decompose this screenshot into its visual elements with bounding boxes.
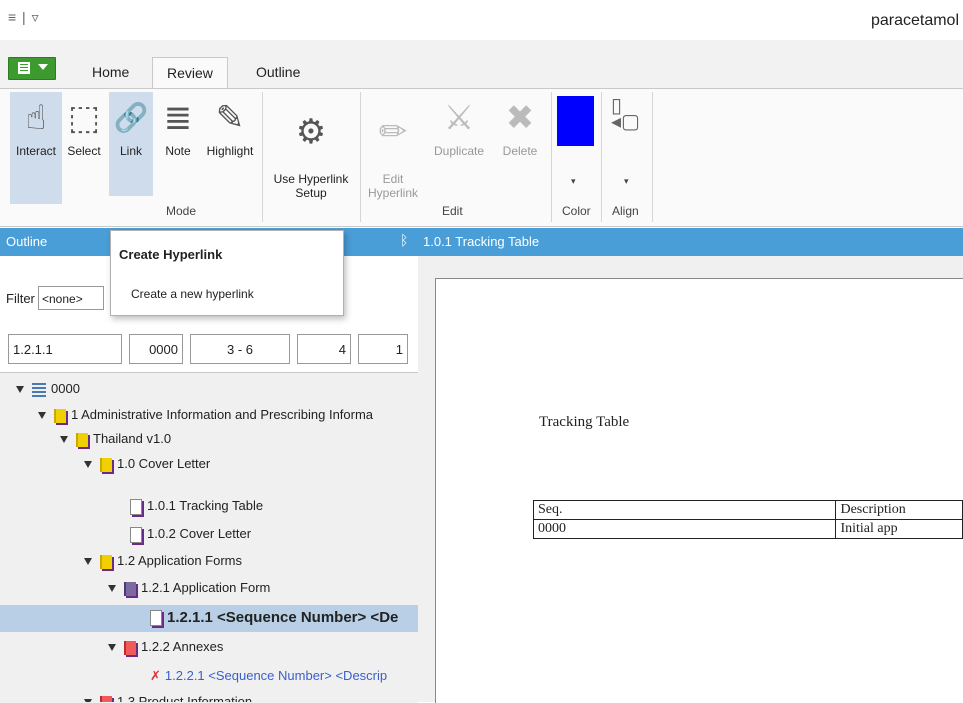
folder-icon [100,554,112,569]
dropdown-arrow-icon [38,64,48,70]
filter-label: Filter [6,291,35,306]
document-heading: Tracking Table [539,414,630,430]
ribbon-separator [601,92,602,222]
delete-x-icon: ✖ [505,99,535,137]
tree-root-icon [32,382,46,397]
seq-field-range[interactable]: 3 - 6 [190,334,290,364]
tab-home[interactable]: Home [78,57,143,87]
tree-node[interactable]: 1.0 Cover Letter [84,452,210,476]
tree-node[interactable]: 1.2.1 Application Form [108,576,270,600]
folder-icon [100,695,112,702]
expand-triangle-icon[interactable] [108,585,116,593]
tree-node[interactable]: 1.0.2 Cover Letter [130,522,251,546]
note-button[interactable]: ≣ Note [158,92,198,158]
tab-review[interactable]: Review [152,57,228,89]
expand-triangle-icon[interactable] [16,386,24,394]
select-button[interactable]: ⬚ Select [64,92,104,158]
folder-icon [100,457,112,472]
expand-triangle-icon[interactable] [84,461,92,469]
content-title: 1.0.1 Tracking Table [423,234,540,249]
document-icon [150,610,162,627]
folder-icon [54,408,66,423]
title-bar [0,0,963,40]
use-hyperlink-setup-button[interactable]: ⚙ Use Hyperlink Setup [266,92,356,200]
delete-button[interactable]: ✖ Delete [496,92,544,158]
document-icon [130,526,142,543]
ribbon-separator [652,92,653,222]
tree-node[interactable]: 1.3 Product Information [84,690,252,702]
menu-icon [18,62,30,74]
tree-node[interactable]: 1 Administrative Information and Prescri… [38,403,418,427]
align-dropdown-arrow-icon[interactable]: ▾ [624,176,629,187]
document-page [435,278,963,703]
note-icon: ≣ [163,99,193,137]
folder-icon [124,581,136,596]
tree-node[interactable]: 1.2.2 Annexes [108,635,223,659]
group-label-align: Align [612,204,639,218]
link-icon: 🔗 [113,102,149,133]
tab-outline[interactable]: Outline [242,57,314,87]
ribbon-separator [360,92,361,222]
expand-triangle-icon[interactable] [108,644,116,652]
edit-pencil-icon: ✏ [378,113,408,151]
tooltip-text: Create a new hyperlink [131,287,254,301]
folder-icon [76,432,88,447]
group-label-color: Color [562,204,591,218]
expand-triangle-icon[interactable] [84,558,92,566]
table-row: 0000 Initial app [532,519,963,539]
group-label-edit: Edit [442,204,463,218]
edit-hyperlink-button[interactable]: ✏ Edit Hyperlink [364,92,422,200]
tooltip-title: Create Hyperlink [119,247,223,262]
ribbon-separator [262,92,263,222]
expand-triangle-icon[interactable] [38,412,46,420]
duplicate-link-icon: ⚔ [443,99,475,137]
expand-triangle-icon[interactable] [60,436,68,444]
group-label-mode: Mode [166,204,197,218]
pin-icon[interactable]: ᛒ [400,232,408,248]
seq-field-count[interactable]: 4 [297,334,351,364]
table-cell: 0000 [532,519,837,539]
ribbon-tab-row [0,40,963,88]
align-icon[interactable]: ▯ ◂▢ [611,96,640,132]
tree-node[interactable]: ✗ 1.2.2.1 <Sequence Number> <Descrip [150,664,418,688]
seq-field-sequence[interactable]: 0000 [129,334,183,364]
highlight-icon: ✎ [215,99,245,137]
color-dropdown-arrow-icon[interactable]: ▾ [571,176,576,187]
color-swatch[interactable] [557,96,594,146]
document-icon [130,498,142,515]
tree-node[interactable]: Thailand v1.0 [60,427,171,451]
outline-title: Outline [6,234,48,249]
seq-field-section[interactable]: 1.2.1.1 [8,334,122,364]
highlight-button[interactable]: ✎ Highlight [202,92,258,158]
tracking-table: Seq. Description 0000 Initial app [532,500,963,539]
interact-button[interactable]: ☝ Interact [10,92,62,204]
tree-node[interactable]: 1.0.1 Tracking Table [130,494,263,518]
table-header-row: Seq. Description [532,500,963,520]
tree-node-selected[interactable]: 1.2.1.1 <Sequence Number> <De [150,606,418,630]
table-cell: Initial app [835,519,963,539]
tree-node[interactable]: 0000 [16,377,80,401]
select-rect-icon: ⬚ [67,99,101,137]
hyperlink-setup-icon: ⚙ [295,113,327,151]
duplicate-button[interactable]: ⚔ Duplicate [428,92,490,158]
table-header: Seq. [532,500,837,520]
hand-pointer-icon: ☝ [25,99,47,137]
filter-select[interactable]: <none> [38,286,104,310]
error-icon: ✗ [150,668,161,683]
ribbon-separator [551,92,552,222]
application-menu-button[interactable] [8,57,56,80]
table-header: Description [835,500,963,520]
app-title: paracetamol [870,12,959,29]
tree-node[interactable]: 1.2 Application Forms [84,549,242,573]
quick-access-toolbar[interactable]: ≡ | ▿ [8,9,40,26]
link-button[interactable]: 🔗 Link [109,92,153,196]
seq-field-page[interactable]: 1 [358,334,408,364]
tooltip [110,230,344,316]
folder-icon [124,640,136,655]
